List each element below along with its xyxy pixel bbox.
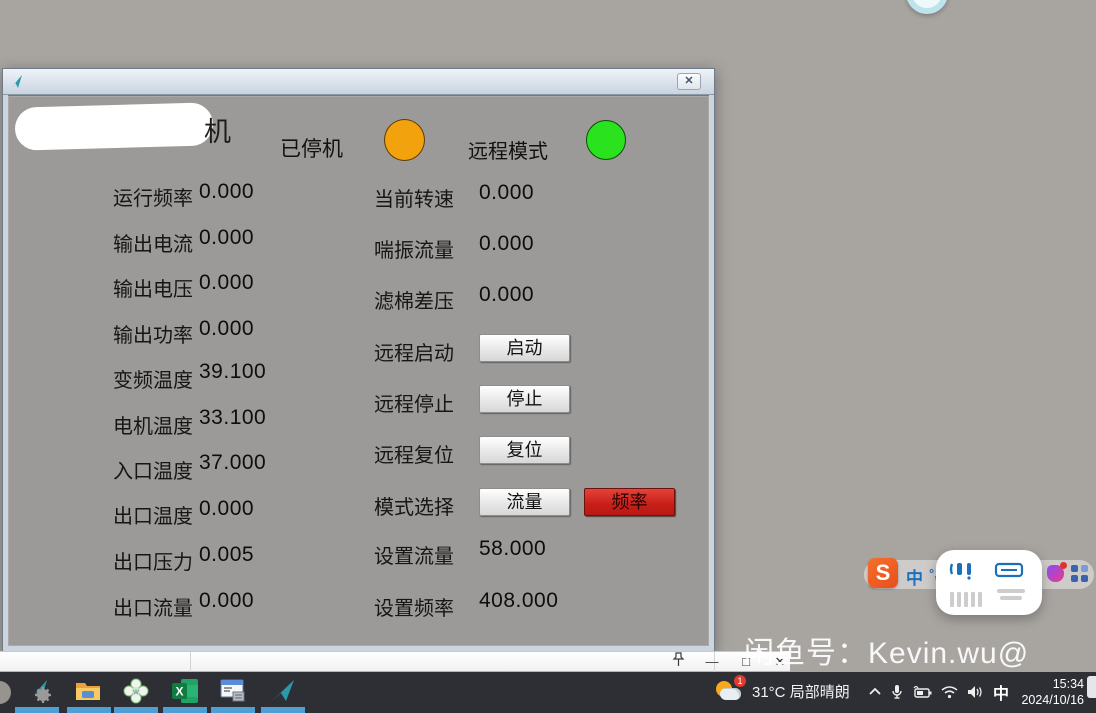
metric-value: 33.100 (199, 406, 266, 430)
weather-icon: 1 (714, 679, 744, 704)
metric-value: 0.000 (479, 283, 534, 307)
metric-value: 37.000 (199, 451, 266, 475)
setpoint-value: 408.000 (479, 589, 558, 613)
taskbar-active-indicator (211, 707, 255, 713)
metric-label: 输出功率 (28, 319, 193, 348)
floating-assistant-ball[interactable] (906, 0, 948, 14)
stopped-indicator-lamp (384, 119, 425, 161)
control-label: 远程启动 (374, 337, 484, 366)
control-label: 远程停止 (374, 388, 484, 417)
hmi-window: ✕ 机 已停机 远程模式 运行频率 0.000 输出电流 0.000 输出电压 … (2, 68, 715, 652)
remote-mode-indicator-lamp (586, 120, 626, 160)
minimize-icon[interactable]: — (702, 652, 722, 673)
desktop: ✕ 机 已停机 远程模式 运行频率 0.000 输出电流 0.000 输出电压 … (0, 0, 1096, 713)
weather-badge: 1 (734, 675, 746, 687)
microphone-icon[interactable] (891, 684, 903, 700)
metric-label: 出口流量 (28, 592, 193, 621)
metric-value: 0.000 (479, 232, 534, 256)
metric-label: 电机温度 (28, 410, 193, 439)
ime-keyboard-icon[interactable] (994, 561, 1028, 600)
app-logo-icon (9, 74, 25, 90)
ime-voice-icon[interactable] (949, 561, 983, 607)
weather-widget[interactable]: 1 31°C 局部晴朗 (714, 679, 850, 704)
watermark-text: 闲鱼号：Kevin.wu@ (744, 628, 1029, 672)
taskbar-active-indicator (261, 707, 305, 713)
flow-mode-button[interactable]: 流量 (479, 488, 570, 516)
metric-value: 0.000 (199, 271, 254, 295)
metric-label: 出口压力 (28, 546, 193, 575)
excel-icon[interactable]: X (171, 678, 199, 704)
metric-value: 0.000 (199, 180, 254, 204)
teal-arrow-app-icon[interactable] (269, 678, 297, 704)
ime-toolbox-icon[interactable] (1071, 565, 1088, 582)
redaction-blob (14, 102, 213, 151)
svg-text:X: X (175, 685, 183, 699)
battery-power-icon[interactable] (912, 685, 932, 699)
window-titlebar: ✕ (3, 69, 714, 95)
machine-title-suffix: 机 (204, 110, 231, 149)
volume-icon[interactable] (967, 685, 984, 699)
start-button[interactable]: 启动 (479, 334, 570, 362)
taskbar-partial-icon[interactable] (0, 681, 11, 704)
setpoint-value: 58.000 (479, 537, 546, 561)
metric-value: 0.000 (199, 226, 254, 250)
background-window-toolbar: — □ ✕ (0, 651, 790, 672)
mode-select-label: 模式选择 (374, 491, 484, 520)
metric-label: 滤棉差压 (374, 285, 484, 314)
metric-label: 喘振流量 (374, 234, 484, 263)
setpoint-label: 设置频率 (374, 592, 484, 621)
metric-value: 0.000 (479, 181, 534, 205)
system-tray: 中 (868, 680, 1009, 704)
stop-button[interactable]: 停止 (479, 385, 570, 413)
taskbar-clock[interactable]: 15:34 2024/10/16 (1002, 676, 1084, 708)
mode-label: 远程模式 (468, 135, 548, 164)
taskbar-active-indicator (67, 707, 111, 713)
hmi-config-app-icon[interactable] (219, 678, 247, 704)
clock-date: 2024/10/16 (1002, 692, 1084, 708)
reset-button[interactable]: 复位 (479, 436, 570, 464)
divider (190, 652, 191, 673)
metric-label: 入口温度 (28, 455, 193, 484)
weather-condition: 局部晴朗 (790, 684, 850, 701)
metric-label: 输出电流 (28, 228, 193, 257)
metric-value: 0.000 (199, 317, 254, 341)
wifi-icon[interactable] (941, 685, 958, 699)
notification-edge-icon[interactable] (1087, 676, 1096, 698)
ime-skin-icon[interactable] (1047, 565, 1064, 582)
metric-label: 出口温度 (28, 500, 193, 529)
ime-popup (936, 550, 1042, 615)
pinwheel-app-icon[interactable]: W (122, 678, 150, 704)
status-label: 已停机 (280, 133, 343, 163)
metric-value: 0.000 (199, 589, 254, 613)
control-label: 远程复位 (374, 439, 484, 468)
sogou-logo-icon[interactable]: S (868, 558, 898, 588)
ime-language-icon[interactable]: 中 (906, 564, 923, 589)
frequency-mode-button[interactable]: 频率 (584, 488, 675, 516)
metric-label: 输出电压 (28, 273, 193, 302)
tray-chevron-up-icon[interactable] (868, 685, 882, 699)
metric-label: 变频温度 (28, 364, 193, 393)
taskbar-active-indicator (15, 707, 59, 713)
window-close-button[interactable]: ✕ (677, 73, 701, 90)
file-explorer-icon[interactable] (74, 678, 102, 704)
metric-value: 39.100 (199, 360, 266, 384)
weather-temperature: 31°C (752, 684, 786, 701)
hmi-panel: 机 已停机 远程模式 运行频率 0.000 输出电流 0.000 输出电压 0.… (8, 95, 709, 646)
taskbar-active-indicator (114, 707, 158, 713)
svg-text:W: W (133, 690, 139, 696)
metric-label: 当前转速 (374, 183, 484, 212)
metric-value: 0.005 (199, 543, 254, 567)
app-gear-icon[interactable] (26, 678, 54, 704)
metric-label: 运行频率 (28, 182, 193, 211)
metric-value: 0.000 (199, 497, 254, 521)
taskbar: W X 1 31°C 局部晴朗 (0, 672, 1096, 713)
pin-icon[interactable] (668, 652, 688, 673)
clock-time: 15:34 (1002, 676, 1084, 692)
taskbar-active-indicator (163, 707, 207, 713)
setpoint-label: 设置流量 (374, 540, 484, 569)
